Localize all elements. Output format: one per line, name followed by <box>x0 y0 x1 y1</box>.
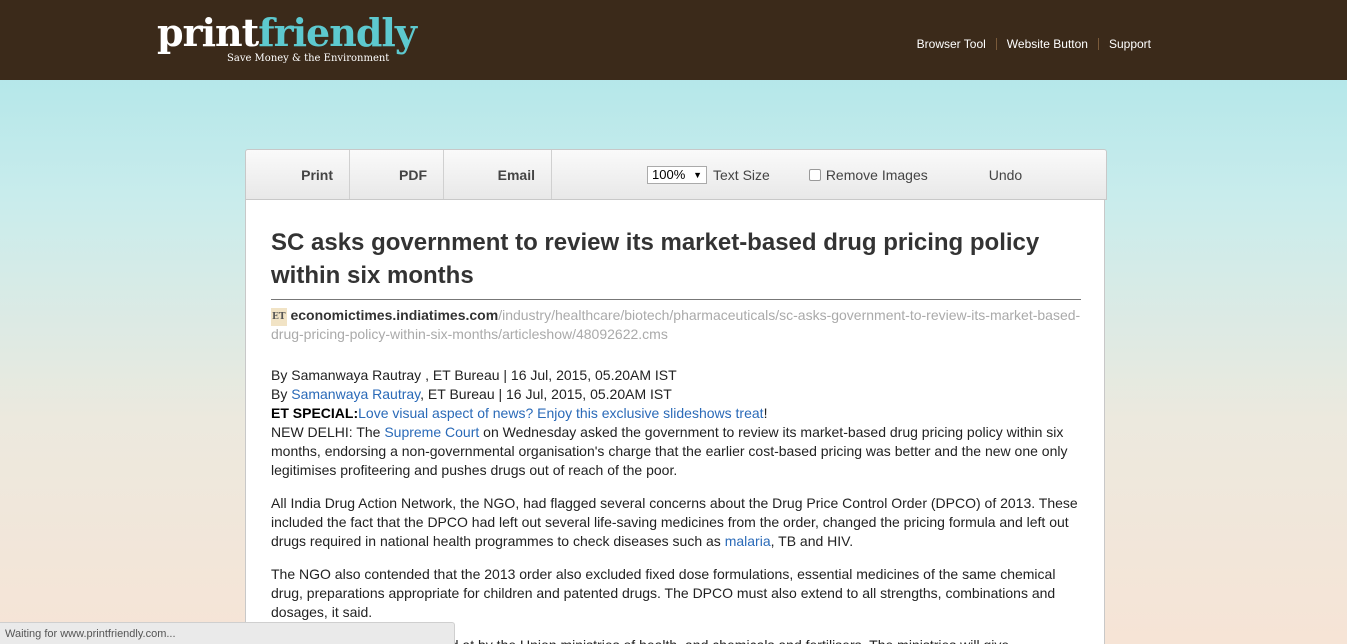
article: SC asks government to review its market-… <box>271 226 1081 644</box>
title-divider <box>271 299 1081 300</box>
et-special-end: ! <box>763 405 768 421</box>
browser-status-bar: Waiting for www.printfriendly.com... <box>0 622 455 644</box>
site-header: printfriendly Save Money & the Environme… <box>0 0 1347 80</box>
logo-print-text: print <box>157 10 259 55</box>
nav-website-button[interactable]: Website Button <box>997 37 1098 51</box>
article-body: By Samanwaya Rautray , ET Bureau | 16 Ju… <box>271 366 1081 644</box>
undo-button[interactable]: Undo <box>989 167 1022 183</box>
p2-text-b: , TB and HIV. <box>770 533 854 549</box>
remove-images-checkbox[interactable] <box>808 168 821 181</box>
logo-friendly-text: friendly <box>258 10 417 55</box>
nav-browser-tool[interactable]: Browser Tool <box>907 37 996 51</box>
pdf-button[interactable]: PDF <box>350 150 444 199</box>
tagline: Save Money & the Environment <box>227 53 390 64</box>
text-size-select[interactable]: 100% ▼ <box>647 165 707 184</box>
toolbar-controls: 100% ▼ Text Size Remove Images Undo <box>647 165 1022 184</box>
top-nav: Browser Tool Website Button Support <box>907 37 1151 51</box>
print-button[interactable]: Print <box>246 150 350 199</box>
text-size-label: Text Size <box>713 166 770 183</box>
author-link[interactable]: Samanwaya Rautray <box>291 386 420 402</box>
article-title: SC asks government to review its market-… <box>271 229 1040 289</box>
et-special: ET SPECIAL:Love visual aspect of news? E… <box>271 404 1081 423</box>
remove-images-toggle[interactable]: Remove Images <box>808 166 928 183</box>
malaria-link[interactable]: malaria <box>725 533 771 549</box>
p2-text-a: All India Drug Action Network, the NGO, … <box>271 495 1078 549</box>
paragraph-2: All India Drug Action Network, the NGO, … <box>271 494 1081 551</box>
chevron-down-icon: ▼ <box>693 169 702 180</box>
byline-linked: By Samanwaya Rautray, ET Bureau | 16 Jul… <box>271 385 1081 404</box>
paragraph-3: The NGO also contended that the 2013 ord… <box>271 566 1056 620</box>
nav-support[interactable]: Support <box>1099 37 1151 51</box>
byline-prefix: By <box>271 386 292 402</box>
remove-images-label: Remove Images <box>825 166 928 183</box>
byline: By Samanwaya Rautray , ET Bureau | 16 Ju… <box>271 367 677 383</box>
email-button[interactable]: Email <box>444 150 552 199</box>
content-panel: SC asks government to review its market-… <box>245 200 1105 644</box>
source-favicon-icon: ET <box>271 308 287 326</box>
printfriendly-logo[interactable]: printfriendly <box>157 14 417 52</box>
p1-text-a: NEW DELHI: The <box>271 424 385 440</box>
supreme-court-link[interactable]: Supreme Court <box>384 424 479 440</box>
et-special-label: ET SPECIAL: <box>271 405 359 421</box>
print-toolbar: Print PDF Email 100% ▼ Text Size Remove … <box>245 149 1107 200</box>
text-size-value: 100% <box>652 167 686 182</box>
paragraph-1: NEW DELHI: The Supreme Court on Wednesda… <box>271 423 1081 480</box>
byline-suffix: , ET Bureau | 16 Jul, 2015, 05.20AM IST <box>420 386 672 402</box>
article-source: ET economictimes.indiatimes.com/industry… <box>271 307 1081 342</box>
slideshow-link[interactable]: Love visual aspect of news? Enjoy this e… <box>358 405 763 421</box>
source-domain: economictimes.indiatimes.com <box>290 307 499 323</box>
